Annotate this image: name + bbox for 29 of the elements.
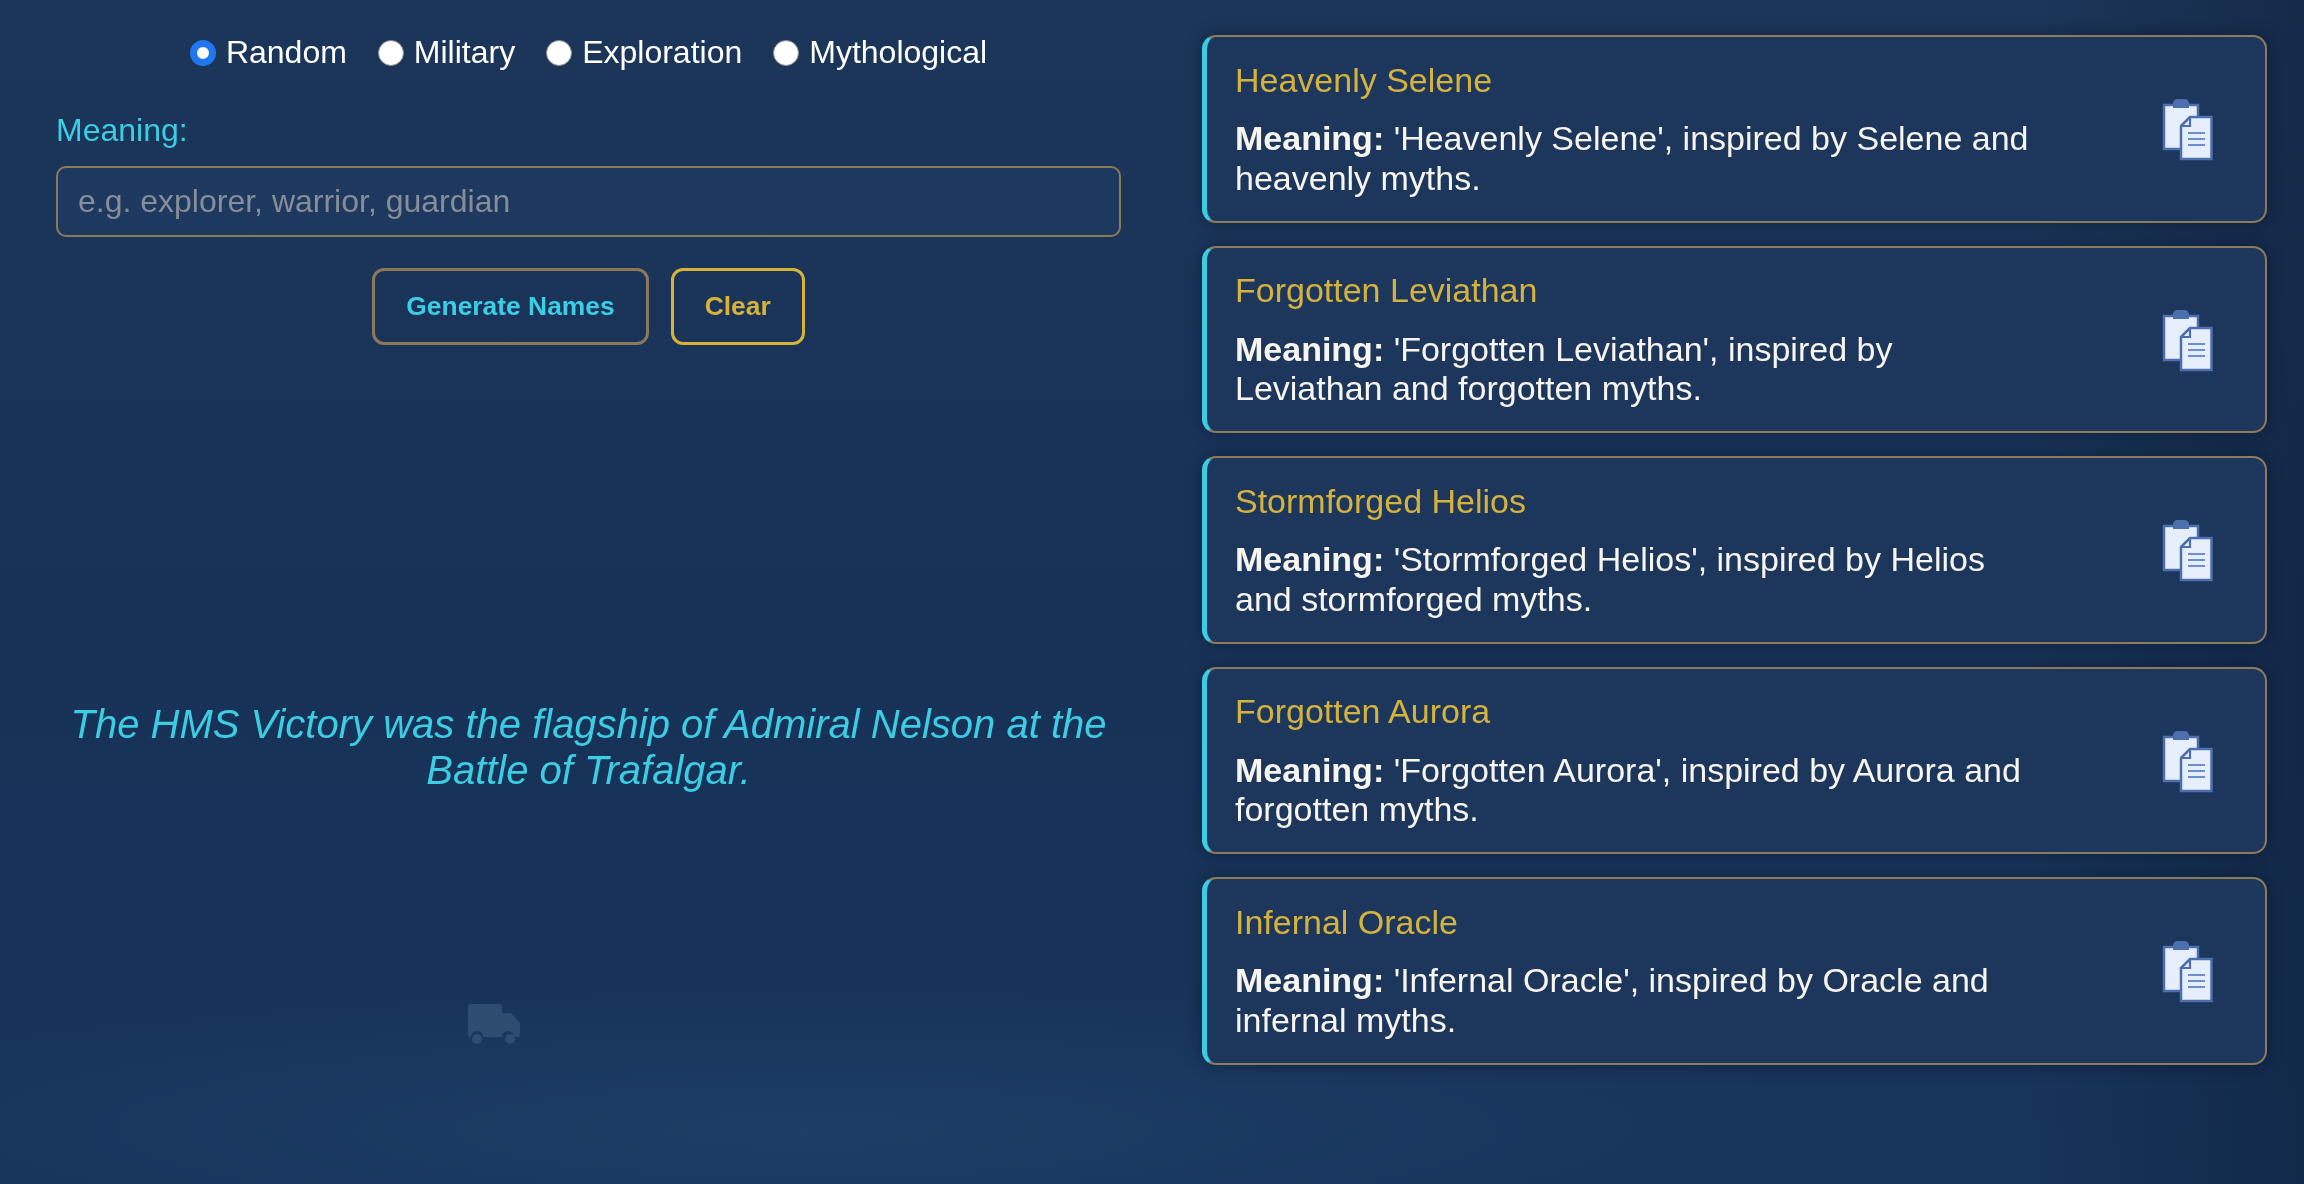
meaning-input[interactable]: e.g. explorer, warrior, guardian — [56, 166, 1121, 237]
clipboard-icon[interactable] — [2162, 728, 2214, 793]
name-title: Heavenly Selene — [1235, 60, 1493, 100]
radio-button[interactable] — [189, 39, 216, 66]
name-title: Forgotten Leviathan — [1235, 271, 1538, 310]
radio-label[interactable]: Military — [413, 34, 516, 71]
clipboard-icon[interactable] — [2162, 518, 2214, 583]
truck-icon — [466, 1003, 523, 1045]
radio-label[interactable]: Random — [225, 34, 347, 71]
radio-label[interactable]: Mythological — [809, 34, 988, 71]
meaning-text: Meaning: 'Forgotten Leviathan', inspired by Leviathan and forgotten myths. — [1235, 329, 1894, 409]
radio-button[interactable] — [546, 39, 573, 66]
radio-label[interactable]: Exploration — [582, 34, 743, 71]
meaning-text: Meaning: 'Stormforged Helios', inspired by Helios and stormforged myths. — [1235, 540, 1986, 619]
generate-button[interactable]: Generate Names — [372, 268, 649, 345]
meaning-text: Meaning: 'Heavenly Selene', inspired by Selene and heavenly myths. — [1235, 119, 2030, 198]
radio-button[interactable] — [377, 39, 404, 66]
name-title: Infernal Oracle — [1235, 902, 1458, 942]
meaning-text: Meaning: 'Forgotten Aurora', inspired by Aurora and forgotten myths. — [1235, 750, 2022, 830]
clipboard-icon[interactable] — [2162, 307, 2214, 372]
fact-text: The HMS Victory was the flagship of Admiral Nelson at the Battle of Trafalgar. — [69, 701, 1108, 793]
name-title: Forgotten Aurora — [1235, 692, 1491, 731]
clipboard-icon[interactable] — [2162, 97, 2214, 162]
clear-button[interactable]: Clear — [670, 268, 805, 345]
meaning-text: Meaning: 'Infernal Oracle', inspired by Oracle and infernal myths. — [1235, 961, 1990, 1040]
name-title: Stormforged Helios — [1235, 481, 1526, 521]
meaning-label: Meaning: — [56, 112, 188, 149]
radio-button[interactable] — [773, 39, 800, 66]
clipboard-icon[interactable] — [2162, 939, 2214, 1004]
